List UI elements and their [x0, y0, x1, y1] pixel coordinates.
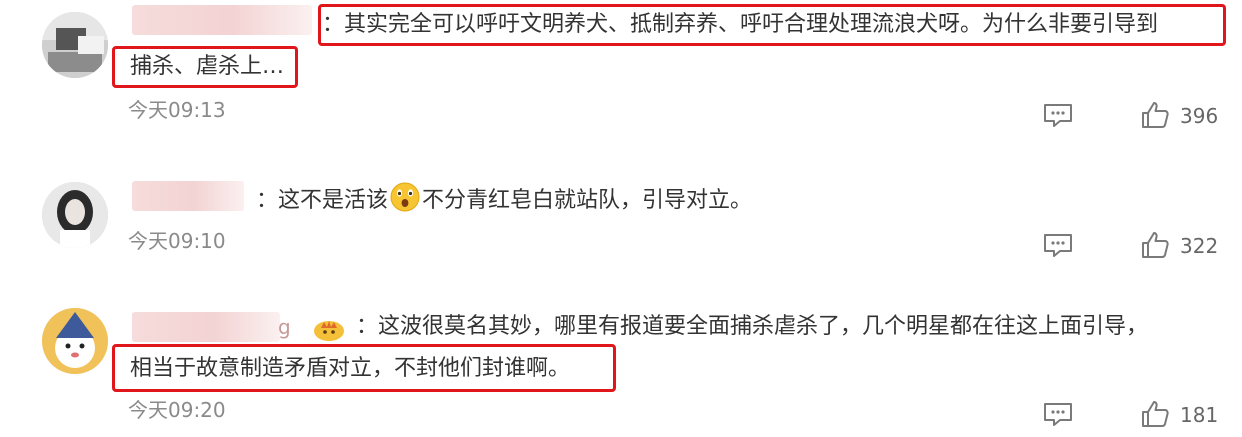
comment-text-line-1: ：这波很莫名其妙，哪里有报道要全面捕杀虐杀了，几个明星都在往这上面引导，	[356, 314, 1149, 339]
username-blurred[interactable]	[132, 312, 280, 342]
thumbs-up-icon[interactable]	[1140, 399, 1170, 433]
highlight-box	[318, 4, 1226, 46]
highlight-box	[112, 46, 298, 88]
like-count: 181	[1180, 403, 1219, 427]
comment-item: g ：这波很莫名其妙，哪里有报道要全面捕杀虐杀了，几个明星都在往这上面引导， 相…	[0, 280, 1242, 437]
timestamp: 今天09:20	[128, 398, 226, 422]
username-blurred[interactable]	[132, 5, 312, 35]
like-count: 396	[1180, 104, 1219, 128]
username-blurred[interactable]	[132, 181, 244, 211]
comment-item: ：其实完全可以呼吁文明养犬、抵制弃养、呼吁合理处理流浪犬呀。为什么非要引导到 捕…	[0, 0, 1242, 140]
thumbs-up-icon[interactable]	[1140, 230, 1170, 264]
avatar-image	[42, 12, 108, 78]
comment-item: ：这不是活该 不分青红皂白就站队，引导对立。 今天09:10 322	[0, 140, 1242, 280]
avatar-image	[42, 182, 108, 248]
thumbs-up-icon[interactable]	[1140, 100, 1170, 134]
like-count: 322	[1180, 234, 1219, 258]
timestamp: 今天09:13	[128, 98, 226, 122]
comment-bubble-icon[interactable]	[1042, 401, 1074, 431]
comment-bubble-icon[interactable]	[1042, 232, 1074, 262]
avatar[interactable]	[42, 308, 108, 374]
crown-badge-icon	[312, 316, 346, 346]
timestamp: 今天09:10	[128, 229, 226, 253]
avatar[interactable]	[42, 12, 108, 78]
comment-text-line-1: ：这不是活该 不分青红皂白就站队，引导对立。	[256, 181, 752, 222]
avatar-image	[42, 308, 108, 374]
username-suffix: g	[278, 315, 291, 339]
avatar[interactable]	[42, 182, 108, 248]
comment-bubble-icon[interactable]	[1042, 102, 1074, 132]
surprised-face-emoji	[388, 181, 422, 222]
highlight-box	[112, 344, 616, 392]
